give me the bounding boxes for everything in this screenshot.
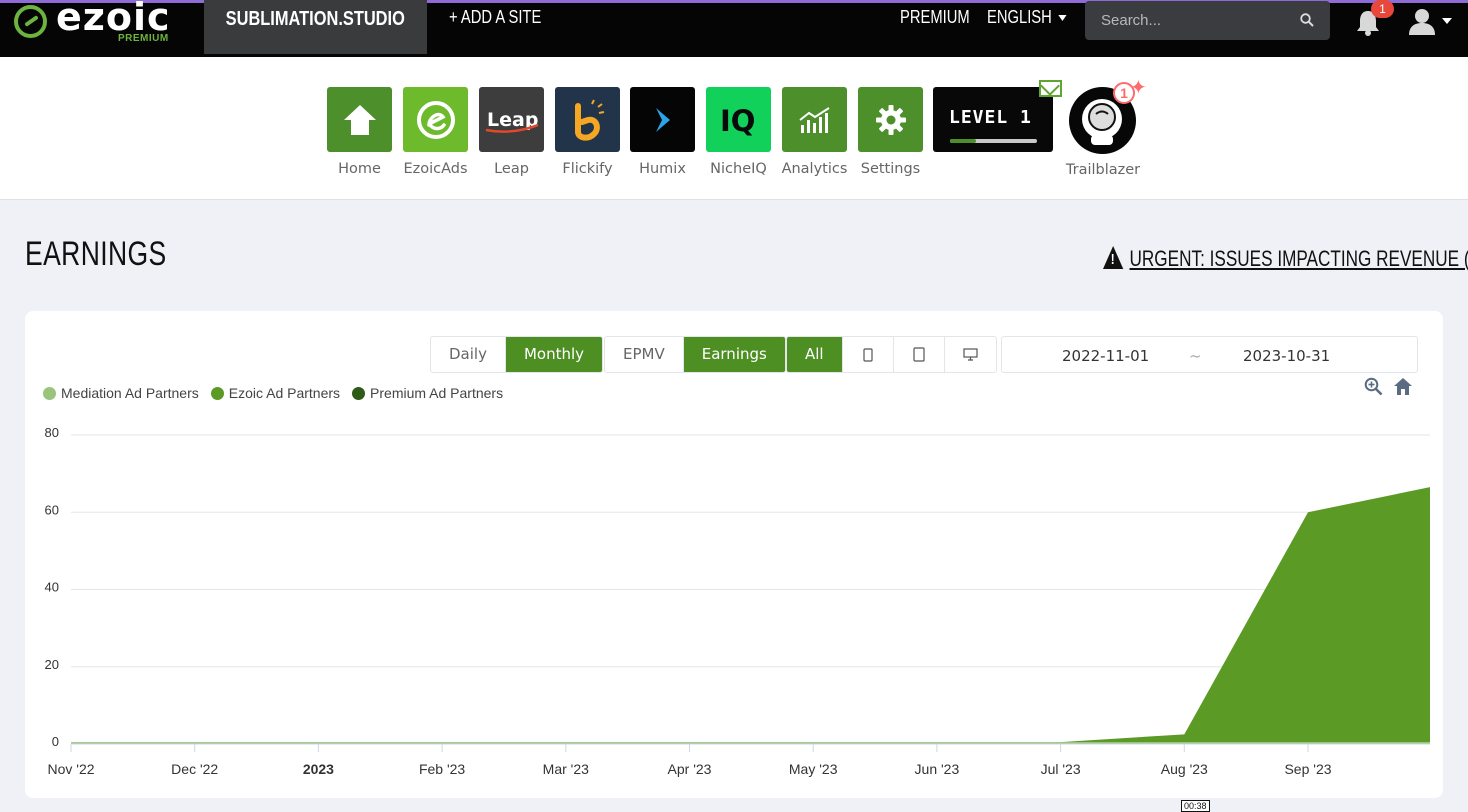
flickify-icon: [574, 99, 604, 141]
humix-icon: [655, 107, 670, 132]
leap-logo-icon: Leap: [485, 109, 538, 133]
date-separator: ~: [1189, 347, 1202, 365]
app-home[interactable]: Home: [327, 87, 392, 177]
add-site-link[interactable]: + ADD A SITE: [449, 7, 541, 28]
app-leap[interactable]: Leap Leap: [479, 87, 544, 177]
date-range-picker[interactable]: 2022-11-01 ~ 2023-10-31: [1001, 336, 1418, 373]
app-settings[interactable]: Settings: [858, 87, 923, 177]
app-humix[interactable]: Humix: [630, 87, 695, 177]
svg-text:IQ: IQ: [720, 104, 755, 137]
tablet-icon: [913, 347, 925, 362]
date-from: 2022-11-01: [1062, 347, 1150, 365]
legend-dot: [352, 386, 366, 400]
legend-label: Ezoic Ad Partners: [228, 385, 341, 401]
video-timestamp: 00:38: [1181, 800, 1210, 812]
settings-app-tile[interactable]: [858, 87, 923, 152]
envelope-icon[interactable]: [1039, 80, 1062, 97]
trailblazer-label: Trailblazer: [1065, 162, 1141, 178]
language-label: ENGLISH: [987, 7, 1052, 27]
zoom-icon[interactable]: [1364, 377, 1383, 396]
mobile-icon: [863, 347, 873, 362]
legend-item-premium[interactable]: Premium Ad Partners: [352, 385, 503, 401]
metric-toggle: EPMV Earnings: [604, 336, 786, 373]
page-title: EARNINGS: [25, 235, 167, 273]
nicheiq-app-tile[interactable]: IQ: [706, 87, 771, 152]
desktop-icon: [963, 348, 978, 361]
all-devices-button[interactable]: All: [787, 337, 843, 372]
level-label: LEVEL 1: [949, 107, 1032, 128]
period-toggle: Daily Monthly: [430, 336, 604, 373]
level-progress-fill: [950, 139, 977, 143]
analytics-chart-icon: [798, 106, 830, 133]
legend-dot: [210, 386, 224, 400]
urgent-issues-label: URGENT: ISSUES IMPACTING REVENUE (3): [1129, 246, 1468, 271]
flickify-app-tile[interactable]: [555, 87, 620, 152]
earnings-button[interactable]: Earnings: [683, 337, 785, 372]
ezoic-logo-icon: [14, 5, 47, 38]
app-launcher-bar: Home EzoicAds Leap Leap Flickify Humix I…: [0, 57, 1468, 200]
user-avatar-icon[interactable]: [1408, 7, 1436, 35]
home-app-tile[interactable]: [327, 87, 392, 152]
epmv-button[interactable]: EPMV: [605, 337, 684, 372]
site-selector[interactable]: SUBLIMATION.STUDIO: [204, 0, 427, 54]
tablet-button[interactable]: [894, 337, 945, 372]
reset-zoom-home-icon[interactable]: [1393, 377, 1413, 396]
daily-button[interactable]: Daily: [431, 337, 506, 372]
legend-dot: [43, 386, 56, 400]
legend-label: Premium Ad Partners: [370, 385, 504, 401]
user-menu-chevron-icon[interactable]: [1442, 18, 1452, 24]
analytics-app-tile[interactable]: [782, 87, 847, 152]
premium-link[interactable]: PREMIUM: [900, 7, 970, 28]
level-progress-bar: [950, 139, 1037, 143]
device-toggle: All: [786, 336, 997, 373]
mobile-button[interactable]: [843, 337, 894, 372]
app-nicheiq[interactable]: IQ NicheIQ: [706, 87, 771, 177]
warning-icon: [1103, 246, 1124, 269]
chart-legend: Mediation Ad Partners Ezoic Ad Partners …: [43, 385, 503, 401]
ezoicads-icon: [416, 100, 455, 139]
leap-app-tile[interactable]: Leap: [479, 87, 544, 152]
app-flickify[interactable]: Flickify: [555, 87, 620, 177]
legend-item-mediation[interactable]: Mediation Ad Partners: [43, 385, 199, 401]
ezoic-logo[interactable]: ezoic PREMIUM: [12, 0, 187, 47]
chevron-down-icon: [1058, 15, 1067, 22]
search-input[interactable]: Search...: [1085, 1, 1330, 40]
monthly-button[interactable]: Monthly: [505, 337, 603, 372]
legend-item-ezoic[interactable]: Ezoic Ad Partners: [210, 385, 341, 401]
search-icon: [1300, 13, 1314, 27]
home-icon: [343, 104, 376, 135]
brand-tier: PREMIUM: [118, 33, 169, 44]
language-dropdown[interactable]: ENGLISH: [987, 7, 1067, 28]
level-badge[interactable]: LEVEL 1: [933, 87, 1053, 152]
urgent-issues-link[interactable]: URGENT: ISSUES IMPACTING REVENUE (3): [1103, 246, 1468, 272]
legend-label: Mediation Ad Partners: [61, 385, 199, 401]
humix-app-tile[interactable]: [630, 87, 695, 152]
date-to: 2023-10-31: [1243, 347, 1331, 365]
app-label: Settings: [860, 161, 921, 177]
app-analytics[interactable]: Analytics: [782, 87, 847, 177]
gear-icon: [875, 104, 906, 135]
app-ezoicads[interactable]: EzoicAds: [403, 87, 468, 177]
nicheiq-icon: IQ: [720, 104, 755, 137]
site-name: SUBLIMATION.STUDIO: [225, 8, 406, 30]
desktop-button[interactable]: [945, 337, 996, 372]
search-placeholder: Search...: [1101, 12, 1162, 29]
notification-badge: 1: [1371, 0, 1394, 18]
ezoicads-app-tile[interactable]: [403, 87, 468, 152]
sparkle-icon: ✦: [1130, 77, 1147, 99]
